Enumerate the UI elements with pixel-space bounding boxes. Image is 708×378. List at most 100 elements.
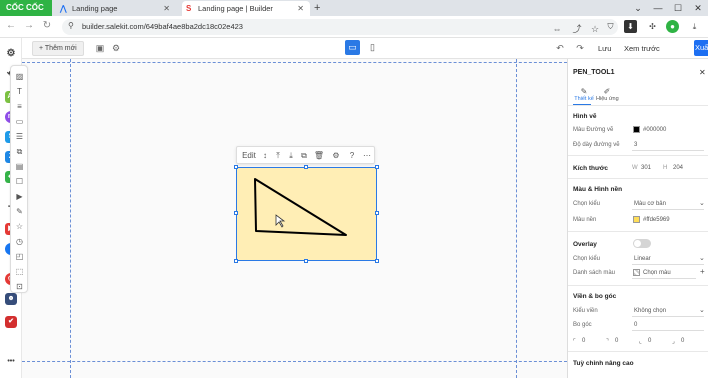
close-tab-icon[interactable]: ✕ <box>297 1 304 16</box>
resize-handle-e[interactable] <box>375 211 379 215</box>
star-tool-icon[interactable]: ☆ <box>14 221 25 232</box>
gallery-tool-icon[interactable]: ⧉ <box>14 146 25 157</box>
tab-search-icon[interactable]: ⌄ <box>628 0 648 16</box>
box-tool-icon[interactable]: ☐ <box>14 176 25 187</box>
redo-icon[interactable]: ↷ <box>574 42 586 55</box>
profile-avatar[interactable]: ● <box>666 20 679 33</box>
duplicate-icon[interactable]: ⧉ <box>298 147 310 164</box>
mobile-view-button[interactable]: ▯ <box>365 40 380 55</box>
resize-handle-n[interactable] <box>304 165 308 169</box>
triangle-drawing <box>254 178 347 236</box>
bg-color-swatch[interactable] <box>633 216 640 223</box>
frame-tool-icon[interactable]: ⊡ <box>14 281 25 292</box>
add-color-icon[interactable]: + <box>700 267 705 276</box>
move-vertical-icon[interactable]: ↕ <box>259 147 271 164</box>
tab-design[interactable]: ✎ Thiết kế <box>574 87 594 102</box>
element-settings-icon[interactable]: ⚙ <box>330 147 342 164</box>
pen-tool-icon[interactable]: ✎ <box>14 206 25 217</box>
list-tool-icon[interactable]: ☰ <box>14 131 25 142</box>
text-tool-icon[interactable]: T <box>14 86 25 97</box>
height-input[interactable]: 204 <box>673 165 683 171</box>
radius-input[interactable] <box>632 319 704 331</box>
video-tool-icon[interactable]: ▶ <box>14 191 25 202</box>
minimize-icon[interactable]: — <box>648 0 668 16</box>
resize-handle-ne[interactable] <box>375 165 379 169</box>
resize-handle-w[interactable] <box>234 211 238 215</box>
resize-handle-se[interactable] <box>375 259 379 263</box>
stroke-color-swatch[interactable] <box>633 126 640 133</box>
share-icon[interactable]: ⤴ <box>570 21 584 37</box>
settings-icon[interactable]: ⚙ <box>5 48 17 60</box>
url-field[interactable]: ⚲ builder.salekit.com/649baf4ae8ba2dc18c… <box>62 19 618 35</box>
tab-landing-page[interactable]: ⋀ Landing page ✕ <box>56 1 176 16</box>
extensions-icon[interactable]: ✣ <box>646 20 659 33</box>
download-ext-icon[interactable]: ⬇ <box>624 20 637 33</box>
tab-label: Landing page <box>72 4 118 13</box>
more-options-icon[interactable]: ⋯ <box>361 147 373 164</box>
resize-handle-sw[interactable] <box>234 259 238 263</box>
section-tool-icon[interactable]: ⬚ <box>14 266 25 277</box>
bg-color-value[interactable]: #ffde5969 <box>643 217 670 223</box>
shield-icon[interactable]: ⛉ <box>604 20 617 33</box>
section-advanced[interactable]: Tuỳ chỉnh nâng cao <box>573 360 634 367</box>
maximize-icon[interactable]: ☐ <box>668 0 688 16</box>
width-label: W <box>632 165 638 171</box>
corner-tl-input[interactable]: 0 <box>582 338 585 344</box>
stroke-width-input[interactable] <box>632 139 704 151</box>
overlay-toggle[interactable] <box>633 239 651 248</box>
timer-tool-icon[interactable]: ◷ <box>14 236 25 247</box>
preview-button[interactable]: Xem trước <box>624 42 660 55</box>
resize-handle-s[interactable] <box>304 259 308 263</box>
new-tab-button[interactable]: + <box>314 1 320 15</box>
properties-panel: PEN_TOOL1 ✕ ✎ Thiết kế ✐ Hiệu ứng Hình v… <box>567 59 708 378</box>
pen-tool-shape[interactable] <box>234 165 379 263</box>
image-tool-icon[interactable]: ▨ <box>14 71 25 82</box>
help-icon[interactable]: ? <box>346 147 358 164</box>
tab-effects[interactable]: ✐ Hiệu ứng <box>596 87 619 102</box>
overlay-type-value: Linear <box>634 256 651 262</box>
section-drawing: Hình vẽ <box>573 113 597 120</box>
corner-bl-input[interactable]: 0 <box>648 338 651 344</box>
todo-icon[interactable]: ✔ <box>5 316 17 328</box>
translate-icon[interactable]: ⇔ <box>550 21 564 37</box>
downloads-icon[interactable]: ⤓ <box>688 20 701 33</box>
edit-button[interactable]: Edit <box>240 147 258 164</box>
corner-tr-input[interactable]: 0 <box>615 338 618 344</box>
close-panel-icon[interactable]: ✕ <box>699 68 706 77</box>
more-icon[interactable]: ••• <box>5 356 17 368</box>
button-tool-icon[interactable]: ▭ <box>14 116 25 127</box>
layers-icon[interactable]: ▣ <box>94 42 106 55</box>
tab-builder[interactable]: S Landing page | Builder ✕ <box>182 1 310 16</box>
effects-icon: ✐ <box>603 87 611 96</box>
back-icon[interactable]: ← <box>4 20 18 31</box>
send-down-icon[interactable]: ⤓ <box>285 147 297 164</box>
corner-br-input[interactable]: 0 <box>681 338 684 344</box>
publish-button[interactable]: Xuất bản <box>694 40 708 56</box>
section-border: Viền & bo góc <box>573 293 617 300</box>
desktop-view-button[interactable]: ▭ <box>345 40 360 55</box>
undo-icon[interactable]: ↶ <box>554 42 566 55</box>
site-info-icon[interactable]: ⚲ <box>68 21 74 30</box>
page-settings-icon[interactable]: ⚙ <box>110 42 122 55</box>
popup-tool-icon[interactable]: ◰ <box>14 251 25 262</box>
save-button[interactable]: Lưu <box>598 42 611 55</box>
reload-icon[interactable]: ↻ <box>40 20 54 31</box>
color-list-label: Danh sách màu <box>573 270 616 276</box>
forward-icon[interactable]: → <box>22 20 36 31</box>
stroke-color-value[interactable]: #000000 <box>643 127 666 133</box>
window-close-icon[interactable]: ✕ <box>688 0 708 16</box>
add-new-button[interactable]: + Thêm mới <box>32 41 84 56</box>
address-bar: ← → ↻ ⚲ builder.salekit.com/649baf4ae8ba… <box>0 16 708 38</box>
close-tab-icon[interactable]: ✕ <box>163 1 170 16</box>
paragraph-tool-icon[interactable]: ≡ <box>14 101 25 112</box>
fill-type-label: Chọn kiểu <box>573 201 601 207</box>
bookmark-icon[interactable]: ☆ <box>588 21 602 37</box>
size-label: Kích thước <box>573 165 608 172</box>
bring-up-icon[interactable]: ⤒ <box>272 147 284 164</box>
delete-icon[interactable]: 🗑 <box>313 147 325 164</box>
resize-handle-nw[interactable] <box>234 165 238 169</box>
game-avatar-icon[interactable]: ☻ <box>5 293 17 305</box>
width-input[interactable]: 301 <box>641 165 651 171</box>
form-tool-icon[interactable]: ▤ <box>14 161 25 172</box>
salekit-tab-icon: ⋀ <box>60 4 67 13</box>
